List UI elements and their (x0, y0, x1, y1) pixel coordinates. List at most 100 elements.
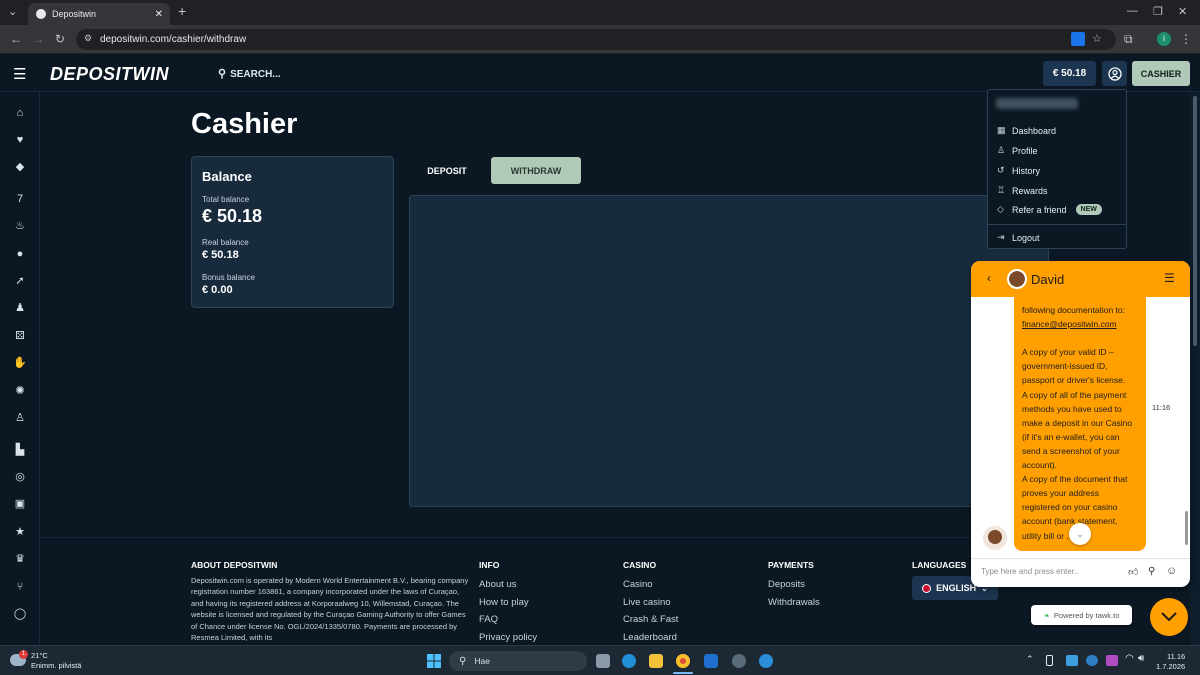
chat-scrollbar[interactable] (1185, 511, 1188, 545)
total-balance-label: Total balance (202, 195, 250, 204)
bookmark-star-icon[interactable]: ☆ (1092, 32, 1102, 45)
new-tab-button[interactable]: + (178, 3, 186, 19)
reload-icon[interactable]: ↻ (55, 32, 65, 46)
weather-widget[interactable]: 21°C Enimm. pilvistä (31, 651, 81, 670)
dice-icon[interactable]: ⚄ (13, 329, 27, 343)
chat-email-link[interactable]: finance@depositwin.com (1022, 317, 1139, 331)
rocket-icon[interactable]: ➚ (13, 274, 27, 288)
diamond-icon[interactable]: ◆ (13, 160, 27, 174)
roulette-icon[interactable]: ✺ (13, 384, 27, 398)
usb-icon[interactable] (1046, 655, 1053, 666)
thumbs-up-icon[interactable]: 👍︎ (1128, 566, 1138, 578)
tab-deposit[interactable]: DEPOSIT (409, 157, 485, 184)
install-app-icon[interactable] (1071, 32, 1085, 46)
search-button[interactable]: ⚲ SEARCH... (218, 67, 281, 80)
footer-link-withdrawals[interactable]: Withdrawals (768, 597, 820, 608)
app-icon[interactable] (732, 654, 746, 668)
chat-message-line: (if it's an e-wallet, you can (1022, 431, 1120, 442)
minimize-window-icon[interactable]: — (1127, 5, 1138, 17)
leaderboard-icon[interactable]: ▙ (13, 443, 27, 457)
footer-link-privacy[interactable]: Privacy policy (479, 632, 537, 643)
edge-browser-icon[interactable] (622, 654, 636, 668)
gift-icon[interactable]: ▣ (13, 497, 27, 511)
taskbar-search[interactable]: ⚲ Hae (449, 651, 587, 671)
footer-link-faq[interactable]: FAQ (479, 614, 498, 625)
windows-start-icon[interactable] (427, 654, 441, 668)
chat-toggle-button[interactable] (1150, 598, 1188, 636)
user-account-button[interactable] (1102, 61, 1127, 86)
file-explorer-icon[interactable] (649, 654, 663, 668)
menu-item-rewards[interactable]: ♖ Rewards (997, 185, 1048, 196)
footer-link-live-casino[interactable]: Live casino (623, 597, 671, 608)
browser-tab[interactable]: Depositwin ✕ (28, 3, 170, 25)
close-window-icon[interactable]: ✕ (1178, 5, 1187, 18)
site-logo[interactable]: DEPOSITWIN (50, 64, 169, 85)
tab-list-chevron-icon[interactable]: ⌄ (8, 5, 17, 18)
browser-menu-icon[interactable]: ⋮ (1180, 32, 1192, 46)
affiliate-nodes-icon[interactable]: ⑂ (13, 580, 27, 594)
stamp-icon[interactable]: ♟ (13, 301, 27, 315)
powered-by-tawk[interactable]: ❧ Powered by tawk.to (1031, 605, 1132, 625)
uk-flag-icon (922, 583, 932, 593)
star-icon[interactable]: ★ (13, 525, 27, 539)
forward-icon[interactable]: → (32, 32, 44, 46)
tray-chevron-icon[interactable]: ⌃ (1026, 654, 1034, 665)
extensions-icon[interactable]: ⧉ (1124, 32, 1133, 47)
hand-icon[interactable]: ✋ (13, 356, 27, 370)
header-balance-button[interactable]: € 50.18 (1043, 61, 1096, 86)
attach-paperclip-icon[interactable]: ⚲ (1148, 566, 1155, 577)
crown-icon[interactable]: ♛ (13, 552, 27, 566)
url-field[interactable]: ⚙ depositwin.com/cashier/withdraw ☆ (76, 29, 1116, 50)
address-bar: ← → ↻ ⚙ depositwin.com/cashier/withdraw … (0, 25, 1200, 54)
site-info-icon[interactable]: ⚙ (84, 33, 92, 44)
volume-icon[interactable]: 🔊︎ (1138, 653, 1144, 664)
back-icon[interactable]: ← (10, 32, 22, 46)
chrome-icon[interactable] (676, 654, 690, 668)
person-icon[interactable]: ♙ (13, 411, 27, 425)
menu-item-refer-friend[interactable]: ◇ Refer a friend NEW (997, 204, 1102, 215)
tray-network-app-icon[interactable] (1086, 655, 1098, 666)
favorites-heart-icon[interactable]: ♥ (13, 133, 27, 147)
tab-withdraw[interactable]: WITHDRAW (491, 157, 581, 184)
search-label: SEARCH... (230, 69, 281, 80)
menu-item-logout[interactable]: ⇥ Logout (997, 232, 1040, 243)
footer-link-deposits[interactable]: Deposits (768, 579, 805, 590)
chat-back-icon[interactable]: ‹ (987, 271, 991, 285)
menu-item-dashboard[interactable]: ▦ Dashboard (997, 125, 1056, 136)
footer-link-about[interactable]: About us (479, 579, 517, 590)
search-icon: ⚲ (218, 68, 227, 80)
profile-avatar-icon[interactable]: i (1157, 32, 1171, 46)
menu-item-profile[interactable]: ♙ Profile (997, 145, 1038, 156)
store-app-icon[interactable] (704, 654, 718, 668)
cashier-button[interactable]: CASHIER (1132, 61, 1190, 86)
globe-app-icon[interactable] (759, 654, 773, 668)
hamburger-menu-icon[interactable]: ☰ (13, 65, 26, 83)
live-dealer-icon[interactable]: ● (13, 247, 27, 261)
maximize-window-icon[interactable]: ❐ (1153, 5, 1163, 18)
home-icon[interactable]: ⌂ (13, 106, 27, 120)
chat-message-line: send a screenshot of your (1022, 445, 1120, 456)
page-scrollbar-thumb[interactable] (1193, 96, 1197, 346)
emoji-icon[interactable]: ☺ (1166, 565, 1177, 577)
scroll-down-icon[interactable]: ⌄ (1069, 523, 1091, 545)
target-icon[interactable]: ◎ (13, 470, 27, 484)
tray-app-icon[interactable] (1066, 655, 1078, 666)
footer-link-casino[interactable]: Casino (623, 579, 653, 590)
chat-menu-icon[interactable]: ☰ (1164, 271, 1175, 285)
wifi-icon[interactable]: ◠ (1125, 653, 1134, 664)
footer-link-how-to-play[interactable]: How to play (479, 597, 529, 608)
slots-777-icon[interactable]: 7 (13, 192, 27, 206)
search-icon: ⚲ (459, 655, 467, 667)
footer-link-crash-fast[interactable]: Crash & Fast (623, 614, 678, 625)
chat-bubble-icon[interactable]: ◯ (13, 607, 27, 621)
system-clock[interactable]: 11.16 1.7.2026 (1156, 652, 1185, 671)
tray-app-icon-2[interactable] (1106, 655, 1118, 666)
hot-flame-icon[interactable]: ♨ (13, 219, 27, 233)
menu-label: Profile (1012, 145, 1038, 156)
close-tab-icon[interactable]: ✕ (155, 9, 163, 20)
menu-item-history[interactable]: ↺ History (997, 165, 1040, 176)
chat-message-line (1022, 331, 1139, 345)
task-view-icon[interactable] (596, 654, 610, 668)
footer-link-leaderboard[interactable]: Leaderboard (623, 632, 677, 643)
chat-input[interactable]: Type here and press enter.. 👍︎ ⚲ ☺ (971, 558, 1190, 587)
